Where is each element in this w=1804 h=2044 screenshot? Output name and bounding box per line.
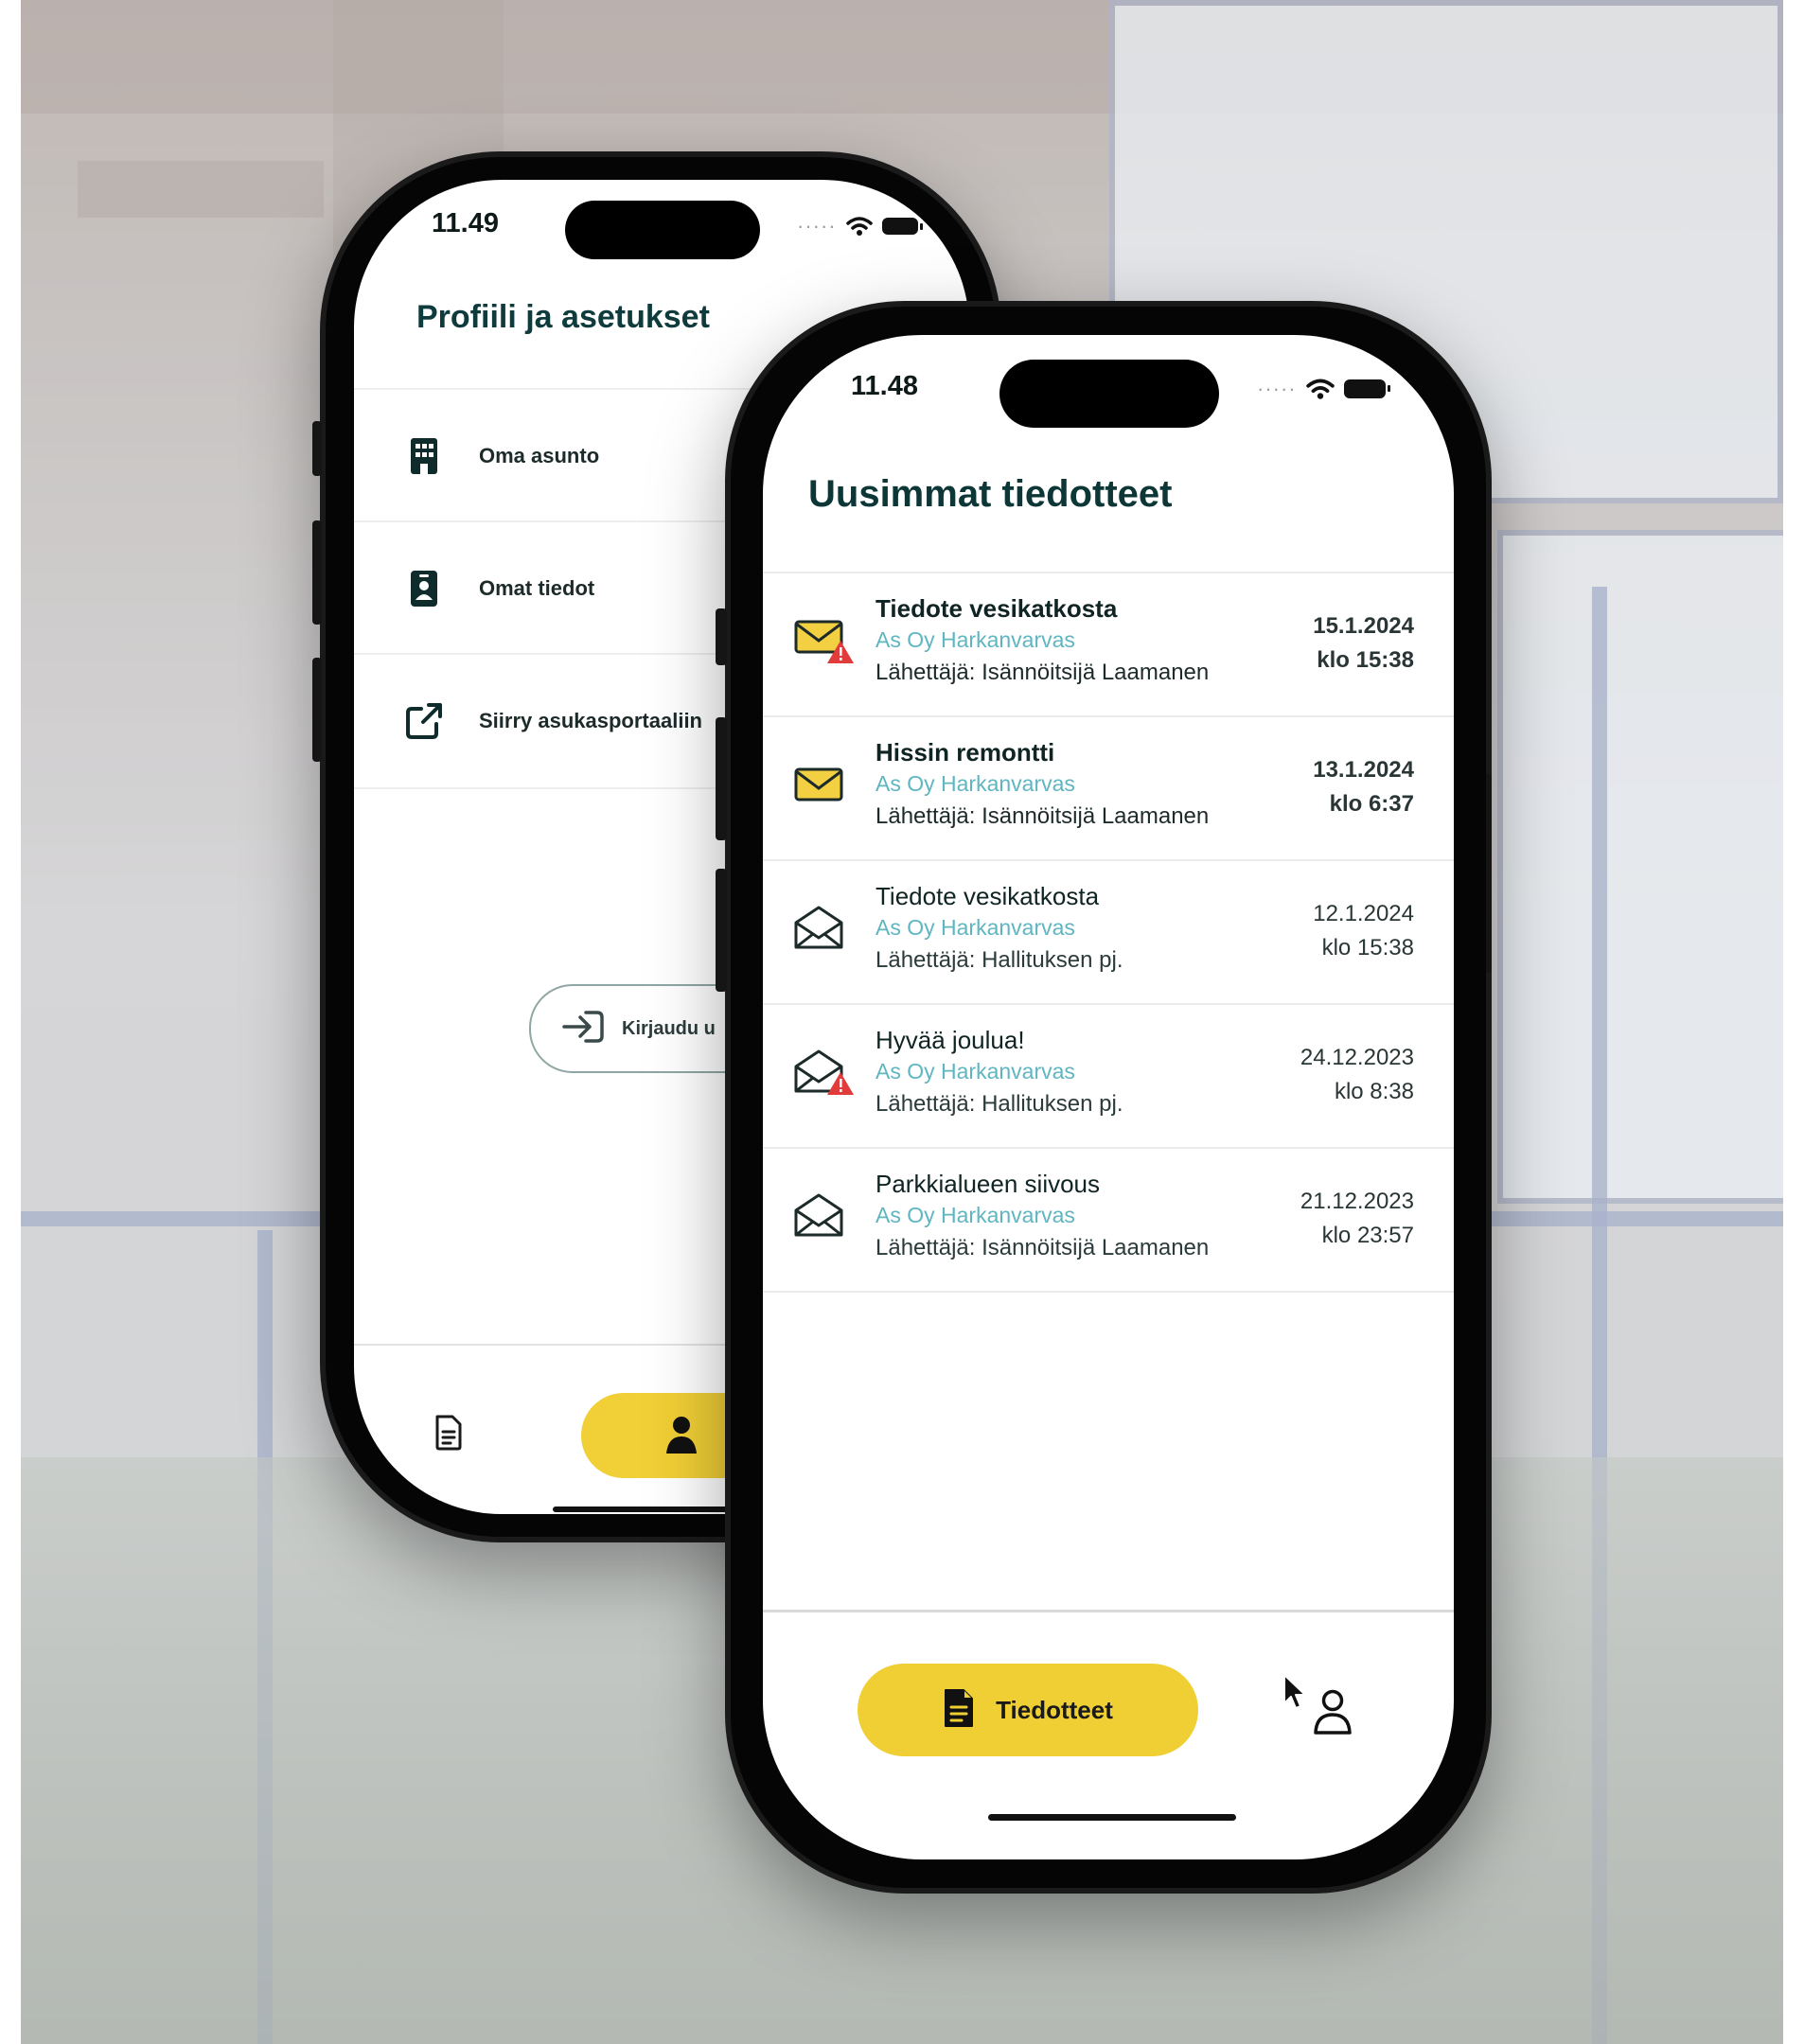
person-icon — [664, 1414, 699, 1460]
building-icon — [396, 437, 452, 475]
dynamic-island — [565, 201, 760, 259]
notice-datetime: 15.1.2024 klo 15:38 — [1313, 609, 1414, 678]
notices-screen: 11.48 ····· Uusimmat tiedotteet Tiedote … — [763, 335, 1454, 1859]
battery-icon — [881, 218, 923, 235]
status-time: 11.49 — [432, 208, 499, 238]
notice-organization: As Oy Harkanvarvas — [875, 627, 1075, 652]
signal-icon: ····· — [797, 214, 837, 238]
notice-date: 24.12.2023 — [1300, 1045, 1414, 1070]
notice-organization: As Oy Harkanvarvas — [875, 1059, 1075, 1084]
status-icons: ····· — [1257, 377, 1390, 401]
login-button-label: Kirjaudu u — [622, 1017, 716, 1039]
notice-time: klo 15:38 — [1321, 935, 1414, 960]
home-indicator — [988, 1814, 1236, 1821]
open-envelope-icon — [793, 1191, 852, 1241]
notice-organization: As Oy Harkanvarvas — [875, 1203, 1075, 1227]
wifi-icon — [1305, 379, 1335, 399]
id-badge-icon — [396, 570, 452, 608]
person-outline-icon[interactable] — [1312, 1688, 1353, 1740]
dynamic-island — [999, 360, 1219, 428]
notice-row[interactable]: Parkkialueen siivous As Oy Harkanvarvas … — [763, 1147, 1454, 1293]
notice-datetime: 21.12.2023 klo 23:57 — [1300, 1185, 1414, 1253]
tab-bar: Tiedotteet — [763, 1610, 1454, 1859]
menu-item-label: Oma asunto — [479, 444, 600, 467]
notice-organization: As Oy Harkanvarvas — [875, 771, 1075, 796]
notices-list: Tiedote vesikatkosta As Oy Harkanvarvas … — [763, 572, 1454, 1293]
signal-icon: ····· — [1257, 377, 1297, 400]
notice-datetime: 13.1.2024 klo 6:37 — [1313, 753, 1414, 821]
notice-time: klo 8:38 — [1334, 1079, 1414, 1104]
notice-date: 12.1.2024 — [1313, 901, 1414, 926]
notice-datetime: 24.12.2023 klo 8:38 — [1300, 1041, 1414, 1109]
document-icon[interactable] — [433, 1414, 464, 1456]
mouse-cursor-icon — [1282, 1673, 1308, 1716]
menu-item-label: Siirry asukasportaaliin — [479, 709, 702, 732]
notice-sender: Lähettäjä: Isännöitsijä Laamanen — [875, 803, 1210, 829]
notice-date: 13.1.2024 — [1313, 757, 1414, 783]
notice-date: 21.12.2023 — [1300, 1189, 1414, 1214]
status-time: 11.48 — [851, 371, 918, 401]
notice-title: Hissin remontti — [875, 738, 1055, 766]
notice-organization: As Oy Harkanvarvas — [875, 915, 1075, 940]
tab-tiedotteet-active[interactable]: Tiedotteet — [858, 1664, 1198, 1756]
notice-time: klo 15:38 — [1317, 647, 1414, 673]
menu-item-label: Omat tiedot — [479, 576, 595, 600]
external-link-icon — [396, 701, 452, 741]
notice-row[interactable]: Tiedote vesikatkosta As Oy Harkanvarvas … — [763, 572, 1454, 715]
closed-envelope-icon — [793, 760, 852, 809]
notices-phone-mockup: 11.48 ····· Uusimmat tiedotteet Tiedote … — [716, 301, 1492, 1894]
notice-title: Hyvää joulua! — [875, 1026, 1025, 1054]
notice-datetime: 12.1.2024 klo 15:38 — [1313, 897, 1414, 965]
login-icon — [561, 1010, 605, 1048]
notice-title: Tiedote vesikatkosta — [875, 882, 1100, 910]
battery-icon — [1343, 379, 1390, 398]
notice-row[interactable]: Hissin remontti As Oy Harkanvarvas Lähet… — [763, 715, 1454, 859]
wifi-icon — [845, 217, 873, 236]
notice-row[interactable]: Hyvää joulua! As Oy Harkanvarvas Lähettä… — [763, 1003, 1454, 1147]
notice-date: 15.1.2024 — [1313, 613, 1414, 639]
open-envelope-icon — [793, 904, 852, 953]
notice-sender: Lähettäjä: Isännöitsijä Laamanen — [875, 660, 1210, 685]
notice-title: Parkkialueen siivous — [875, 1170, 1101, 1198]
page-title: Uusimmat tiedotteet — [808, 473, 1173, 515]
open-envelope-warning-icon — [793, 1048, 854, 1097]
notice-time: klo 23:57 — [1321, 1223, 1414, 1248]
notice-sender: Lähettäjä: Hallituksen pj. — [875, 1091, 1123, 1117]
tab-label: Tiedotteet — [996, 1695, 1113, 1724]
page-title: Profiili ja asetukset — [416, 299, 710, 335]
closed-envelope-warning-icon — [793, 616, 854, 665]
status-icons: ····· — [797, 214, 923, 238]
document-icon — [943, 1687, 975, 1734]
notice-title: Tiedote vesikatkosta — [875, 594, 1118, 623]
notice-sender: Lähettäjä: Hallituksen pj. — [875, 947, 1123, 973]
notice-sender: Lähettäjä: Isännöitsijä Laamanen — [875, 1235, 1210, 1260]
notice-row[interactable]: Tiedote vesikatkosta As Oy Harkanvarvas … — [763, 859, 1454, 1003]
notice-time: klo 6:37 — [1329, 791, 1414, 817]
